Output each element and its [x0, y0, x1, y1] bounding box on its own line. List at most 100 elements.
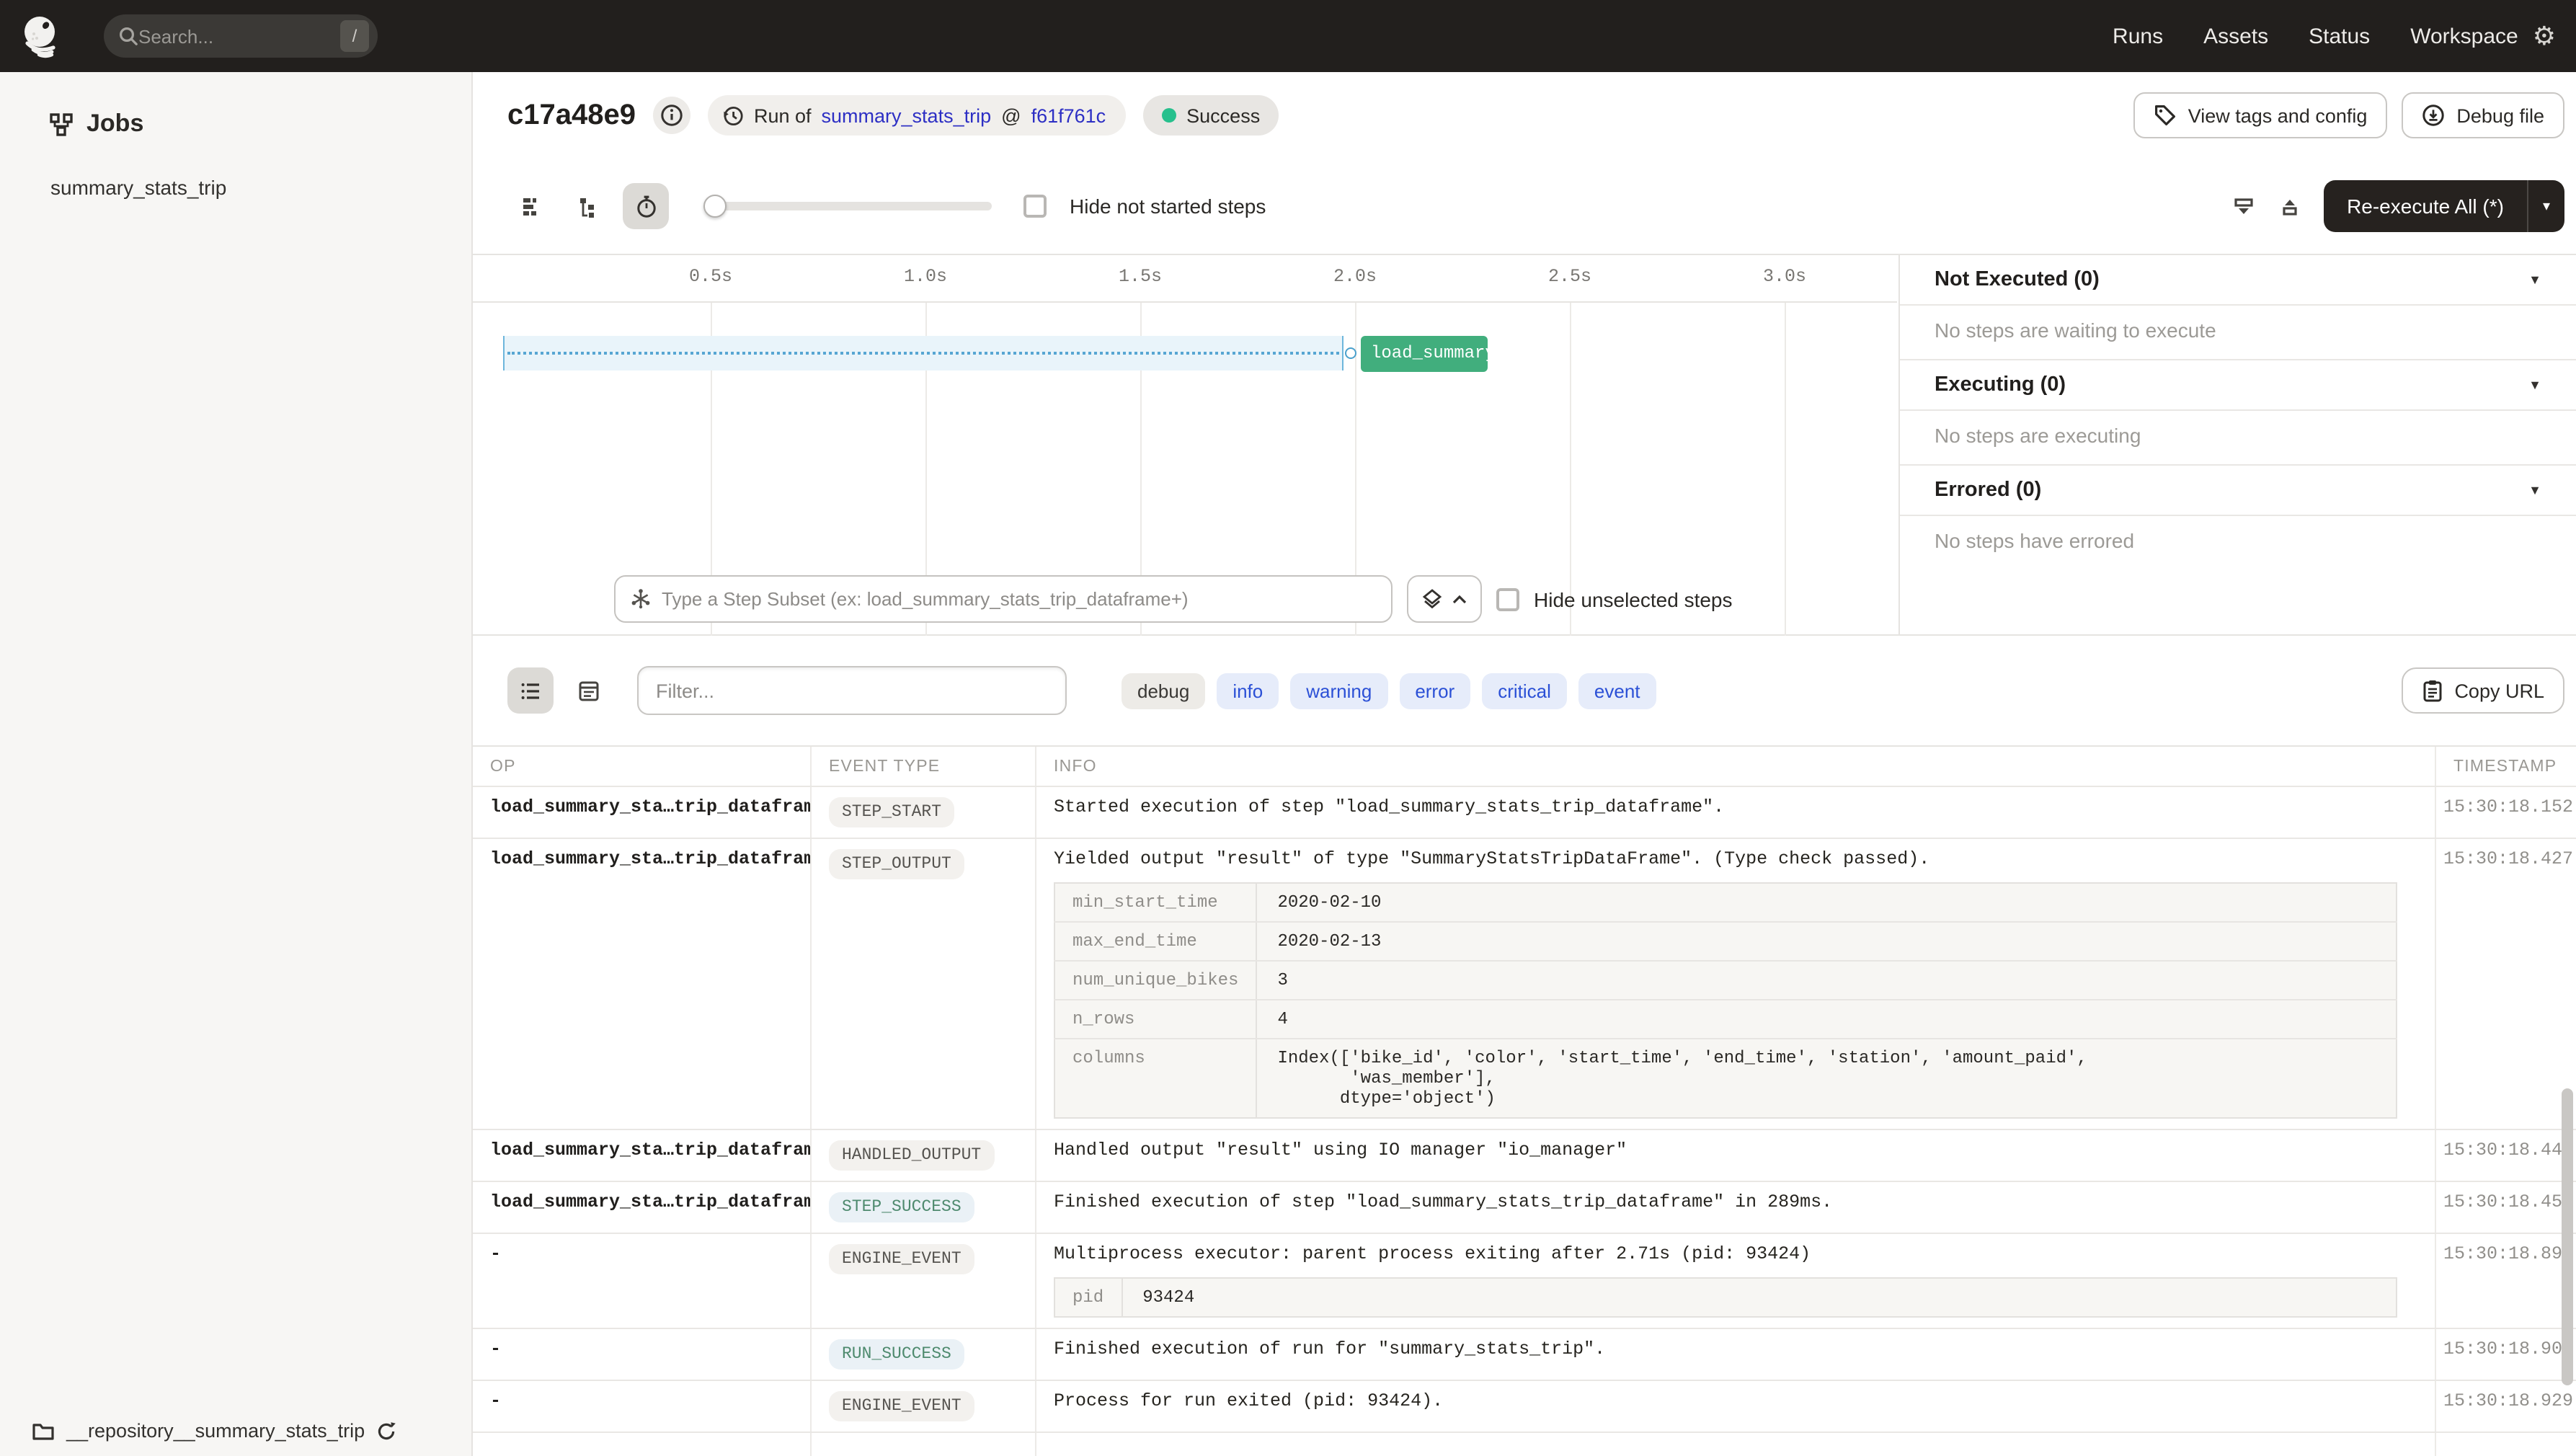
flat-view-icon [523, 197, 536, 215]
filter-chip-error[interactable]: error [1399, 672, 1471, 709]
zoom-out-button[interactable] [2220, 183, 2266, 229]
log-filter-input[interactable] [637, 666, 1067, 715]
eject-up-icon [2282, 199, 2296, 215]
chevron-down-icon[interactable]: ▼ [2528, 378, 2541, 392]
reexecute-dropdown-button[interactable]: ▾ [2526, 180, 2564, 232]
slider-knob[interactable] [703, 195, 727, 218]
at-separator: @ [1001, 105, 1021, 126]
run-header: c17a48e9 Run of summary_stats_trip @ f61… [473, 72, 2576, 159]
reexecute-all-button[interactable]: Re-execute All (*) [2324, 180, 2527, 232]
debug-file-button[interactable]: Debug file [2402, 92, 2564, 138]
log-row[interactable]: load_summary_sta…trip_dataframe STEP_SUCC… [473, 1181, 2576, 1233]
log-timestamp-cell: 15:30:18.929 [2443, 1391, 2574, 1411]
log-type-cell: STEP_OUTPUT [812, 839, 1036, 1129]
metadata-value: 2020-02-10 [1256, 883, 2397, 923]
nav-assets[interactable]: Assets [2203, 24, 2268, 48]
job-link[interactable]: summary_stats_trip [822, 105, 992, 126]
step-status-panel: Not Executed (0) ▼ No steps are waiting to… [1898, 255, 2576, 634]
log-row[interactable]: - ENGINE_EVENT Process for run exited (pid… [473, 1380, 2576, 1431]
log-row[interactable]: load_summary_sta…trip_dataframe STEP_OUTP… [473, 838, 2576, 1129]
copy-url-button[interactable]: Copy URL [2401, 667, 2564, 714]
status-panel-block: Executing (0) ▼ No steps are executing [1900, 360, 2576, 466]
metadata-row: min_start_time 2020-02-10 [1054, 883, 2397, 923]
axis-tick-1.5s: 1.5s [1118, 267, 1163, 287]
status-panel-header[interactable]: Errored (0) ▼ [1900, 466, 2576, 516]
col-info: INFO [1036, 747, 2436, 786]
log-structured-view-button[interactable] [565, 667, 611, 714]
flat-view-button[interactable] [507, 183, 554, 229]
subset-apply-button[interactable] [1407, 575, 1482, 623]
filter-chip-warning[interactable]: warning [1290, 672, 1388, 709]
log-row[interactable]: - ENGINE_EVENT Multiprocess executor: pare… [473, 1233, 2576, 1328]
global-search[interactable]: / [104, 14, 378, 58]
hide-unselected-checkbox[interactable] [1496, 587, 1519, 611]
hide-not-started-checkbox[interactable] [1023, 195, 1047, 218]
filter-chip-info[interactable]: info [1217, 672, 1279, 709]
zoom-in-button[interactable] [2266, 183, 2312, 229]
log-row[interactable]: - RUN_SUCCESS Finished execution of run fo… [473, 1328, 2576, 1380]
log-timestamp-cell: 15:30:18.442 [2443, 1140, 2574, 1160]
stopwatch-icon [636, 195, 655, 217]
repository-row[interactable]: __repository__summary_stats_trip [32, 1420, 396, 1442]
gantt-chart: 0.5s 1.0s 1.5s 2.0s 2.5s 3.0s load_summary… [473, 255, 1897, 636]
step-subset-input[interactable] [662, 588, 1377, 610]
commit-link[interactable]: f61f761c [1031, 105, 1106, 126]
timing-view-button[interactable] [623, 183, 669, 229]
chevron-down-icon[interactable]: ▼ [2528, 272, 2541, 287]
status-panel-header[interactable]: Executing (0) ▼ [1900, 360, 2576, 411]
filter-chip-debug[interactable]: debug [1122, 672, 1206, 709]
nav-workspace[interactable]: Workspace [2410, 24, 2518, 48]
step-subset-inputbox[interactable] [614, 575, 1393, 623]
metadata-value: 93424 [1142, 1287, 1195, 1308]
dagster-logo-icon[interactable] [20, 13, 66, 59]
step-subset-row: Hide unselected steps [614, 575, 1733, 623]
log-scrollbar[interactable] [2562, 1088, 2573, 1385]
log-row[interactable]: load_summary_sta…trip_dataframe STEP_STAR… [473, 786, 2576, 838]
log-info-cell: Process for run exited (pid: 93424). [1036, 1381, 2436, 1431]
metadata-row: n_rows 4 [1054, 1000, 2397, 1039]
output-marker-icon [1345, 347, 1356, 359]
run-id: c17a48e9 [507, 99, 636, 130]
search-input[interactable] [138, 25, 340, 47]
status-panel-header[interactable]: Not Executed (0) ▼ [1900, 255, 2576, 306]
log-type-cell: ENGINE_EVENT [812, 1234, 1036, 1328]
folder-icon [32, 1423, 54, 1439]
event-type-tag: RUN_SUCCESS [829, 1339, 964, 1370]
selection-band [503, 336, 1343, 370]
view-tags-button[interactable]: View tags and config [2133, 92, 2388, 138]
metadata-table: pid 93424 [1054, 1277, 2397, 1318]
run-info-button[interactable] [652, 97, 690, 134]
metadata-row: max_end_time 2020-02-13 [1054, 922, 2397, 962]
sidebar-item-summary-stats-trip[interactable]: summary_stats_trip [0, 138, 471, 199]
nav-runs[interactable]: Runs [2113, 24, 2163, 48]
metadata-value: 2020-02-13 [1256, 922, 2397, 962]
nav-status[interactable]: Status [2309, 24, 2370, 48]
structured-view-icon [578, 680, 598, 701]
filter-chip-event[interactable]: event [1578, 672, 1656, 709]
timeline-zoom-slider[interactable] [703, 195, 992, 218]
layers-diamond-icon [1422, 589, 1442, 609]
gear-icon[interactable]: ⚙ [2533, 23, 2556, 49]
metadata-value: 3 [1256, 961, 2397, 1000]
run-of-prefix: Run of [753, 105, 812, 126]
event-type-tag: STEP_SUCCESS [829, 1192, 974, 1222]
success-dot-icon [1162, 108, 1177, 123]
log-info-cell: Started execution of step "load_summary_… [1036, 787, 2436, 838]
hide-not-started-label: Hide not started steps [1070, 195, 1266, 218]
log-info-text: Finished execution of run for "summary_s… [1054, 1339, 1606, 1359]
filter-chip-critical[interactable]: critical [1482, 672, 1567, 709]
chevron-down-icon[interactable]: ▼ [2528, 483, 2541, 497]
log-info-cell: Finished execution of run for "summary_s… [1036, 1329, 2436, 1380]
search-shortcut-key: / [340, 20, 369, 52]
log-op-cell: - [473, 1329, 812, 1380]
waterfall-view-button[interactable] [565, 183, 611, 229]
refresh-icon[interactable] [376, 1421, 396, 1441]
status-panel-block: Not Executed (0) ▼ No steps are waiting to… [1900, 255, 2576, 360]
pan-down-icon [2234, 197, 2252, 213]
log-row[interactable]: load_summary_sta…trip_dataframe HANDLED_O… [473, 1129, 2576, 1181]
log-list-view-button[interactable] [507, 667, 554, 714]
log-type-cell: STEP_START [812, 787, 1036, 838]
log-type-cell: RUN_SUCCESS [812, 1329, 1036, 1380]
step-chip-load-summary[interactable]: load_summary… [1361, 336, 1488, 372]
info-icon [661, 105, 683, 126]
